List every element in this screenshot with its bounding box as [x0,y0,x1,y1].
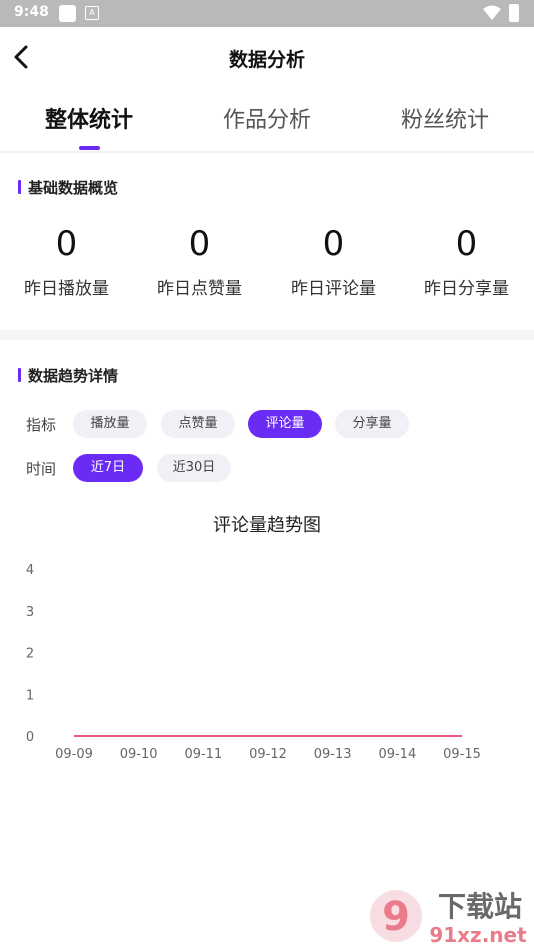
watermark-url: 91xz.net [429,923,527,947]
y-tick-label: 3 [26,605,34,620]
page-title: 数据分析 [228,49,305,71]
notification-icon [59,5,76,22]
chart-title: 评论量趋势图 [213,515,321,536]
trend-section-title: 数据趋势详情 [28,366,119,385]
tab-indicator [79,146,100,150]
stat-value: 0 [188,224,211,264]
tab-works-analysis[interactable]: 作品分析 [178,102,356,134]
tab-fans-stats[interactable]: 粉丝统计 [356,102,534,134]
x-tick-label: 09-09 [55,747,93,762]
range-chip-30-days[interactable]: 近30日 [157,454,231,482]
y-tick-label: 2 [26,647,34,662]
stat-yesterday-comments: 0 昨日评论量 [267,222,400,299]
status-time: 9:48 [14,4,49,20]
y-tick-label: 4 [26,563,34,578]
svg-text:9: 9 [382,894,410,940]
trend-section-header: 数据趋势详情 [18,365,118,385]
comment-trend-chart: 0 1 2 3 4 09-09 09-10 09-11 09-12 09-13 09-14 09-15 [26,563,481,762]
y-tick-label: 0 [26,730,34,745]
stat-yesterday-plays: 0 昨日播放量 [0,222,133,299]
metric-chip-shares[interactable]: 分享量 [335,410,409,438]
overview-section-title: 基础数据概览 [28,178,119,197]
time-row-label: 时间 [26,460,57,478]
stat-label: 昨日评论量 [291,279,376,299]
section-separator [0,330,534,340]
wifi-icon [483,5,501,20]
stat-yesterday-likes: 0 昨日点赞量 [133,222,266,299]
battery-icon [509,4,519,22]
stat-label: 昨日点赞量 [157,279,242,299]
tab-bar: 整体统计 作品分析 粉丝统计 [0,92,534,150]
watermark-title: 下载站 [438,890,522,923]
x-tick-label: 09-13 [314,747,352,762]
section-accent-bar [18,180,21,194]
stat-yesterday-shares: 0 昨日分享量 [400,222,533,299]
x-tick-label: 09-14 [378,747,416,762]
metric-chip-comments[interactable]: 评论量 [248,410,322,438]
range-chip-7-days[interactable]: 近7日 [73,454,143,482]
status-bar: 9:48 A [0,0,534,27]
stat-label: 昨日播放量 [24,279,109,299]
metric-chip-likes[interactable]: 点赞量 [161,410,235,438]
x-tick-label: 09-10 [120,747,158,762]
x-tick-label: 09-15 [443,747,481,762]
divider [0,151,534,153]
nav-bar: 数据分析 [0,27,534,87]
stat-label: 昨日分享量 [424,279,509,299]
tab-overall-stats[interactable]: 整体统计 [0,102,178,134]
stat-value: 0 [455,224,478,264]
x-tick-label: 09-12 [249,747,287,762]
metric-chip-plays[interactable]: 播放量 [73,410,147,438]
site-watermark: 9 下载站 91xz.net [370,890,527,947]
x-tick-label: 09-11 [184,747,222,762]
section-accent-bar [18,368,21,382]
overview-section-header: 基础数据概览 [18,177,118,197]
stat-value: 0 [322,224,345,264]
metric-row-label: 指标 [26,416,57,434]
y-tick-label: 1 [26,688,34,703]
app-notification-icon: A [85,6,99,20]
stat-value: 0 [55,224,78,264]
